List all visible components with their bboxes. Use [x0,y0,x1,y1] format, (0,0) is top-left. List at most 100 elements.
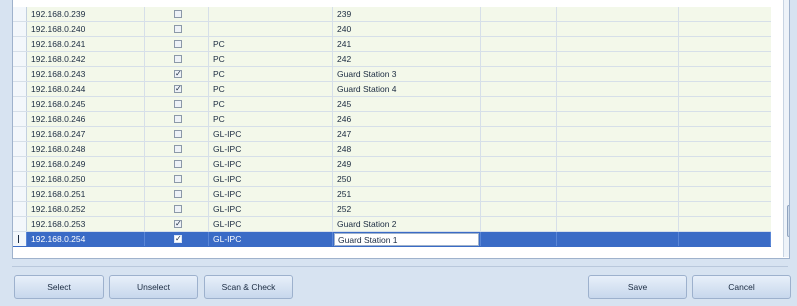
device-type-cell: GL-IPC [209,187,333,201]
table-row[interactable]: 192.168.0.240 240 [13,22,771,37]
row-indicator[interactable] [13,157,27,171]
device-name-cell[interactable]: 249 [333,157,481,171]
device-name-cell[interactable]: Guard Station 1 [333,232,481,246]
checkbox-cell[interactable] [145,97,209,111]
device-name-cell[interactable]: 252 [333,202,481,216]
empty-cell [557,232,679,246]
empty-cell [679,142,771,156]
device-name-cell[interactable]: 239 [333,7,481,21]
checkbox-unchecked[interactable] [174,40,182,48]
device-name-cell[interactable]: Guard Station 2 [333,217,481,231]
table-row[interactable]: 192.168.0.245 PC 245 [13,97,771,112]
device-name-cell[interactable]: 251 [333,187,481,201]
checkbox-unchecked[interactable] [174,55,182,63]
checkbox-cell[interactable] [145,187,209,201]
device-name-cell[interactable]: Guard Station 4 [333,82,481,96]
checkbox-unchecked[interactable] [174,205,182,213]
table-row[interactable]: 192.168.0.247 GL-IPC 247 [13,127,771,142]
checkbox-unchecked[interactable] [174,100,182,108]
checkbox-unchecked[interactable] [174,160,182,168]
scrollbar-thumb[interactable] [787,205,789,237]
device-name-cell[interactable]: 241 [333,37,481,51]
device-name-cell[interactable]: 245 [333,97,481,111]
checkbox-cell[interactable]: ✓ [145,82,209,96]
select-button[interactable]: Select [14,275,104,299]
checkbox-cell[interactable] [145,142,209,156]
checkbox-checked[interactable]: ✓ [174,85,182,93]
checkbox-cell[interactable]: ✓ [145,217,209,231]
row-indicator[interactable] [13,67,27,81]
row-indicator[interactable] [13,217,27,231]
table-row[interactable]: 192.168.0.254 ✓ GL-IPC Guard Station 1 [13,232,771,247]
table-row[interactable]: 192.168.0.251 GL-IPC 251 [13,187,771,202]
checkbox-cell[interactable]: ✓ [145,232,209,246]
device-name-editor[interactable]: Guard Station 1 [334,233,479,246]
checkbox-unchecked[interactable] [174,10,182,18]
row-indicator[interactable] [13,22,27,36]
row-indicator[interactable] [13,172,27,186]
row-indicator[interactable] [13,232,27,246]
device-type-cell: GL-IPC [209,127,333,141]
table-row[interactable]: 192.168.0.249 GL-IPC 249 [13,157,771,172]
checkbox-cell[interactable] [145,112,209,126]
row-indicator[interactable] [13,127,27,141]
checkbox-cell[interactable]: ✓ [145,67,209,81]
device-name-cell[interactable]: 246 [333,112,481,126]
checkbox-checked[interactable]: ✓ [174,70,182,78]
device-type-cell: PC [209,112,333,126]
checkbox-cell[interactable] [145,22,209,36]
row-indicator[interactable] [13,7,27,21]
cancel-button[interactable]: Cancel [692,275,791,299]
empty-cell [557,157,679,171]
row-indicator[interactable] [13,52,27,66]
device-name-cell[interactable]: 242 [333,52,481,66]
checkbox-unchecked[interactable] [174,115,182,123]
device-name-cell[interactable]: Guard Station 3 [333,67,481,81]
checkbox-cell[interactable] [145,157,209,171]
checkbox-cell[interactable] [145,52,209,66]
checkbox-cell[interactable] [145,7,209,21]
row-indicator[interactable] [13,82,27,96]
checkbox-cell[interactable] [145,127,209,141]
table-row[interactable]: 192.168.0.250 GL-IPC 250 [13,172,771,187]
table-row[interactable]: 192.168.0.253 ✓ GL-IPC Guard Station 2 [13,217,771,232]
device-name-cell[interactable]: 248 [333,142,481,156]
checkbox-checked[interactable]: ✓ [174,235,182,243]
ip-address-cell: 192.168.0.239 [27,7,145,21]
device-name-cell[interactable]: 250 [333,172,481,186]
device-name-cell[interactable]: 247 [333,127,481,141]
empty-cell [481,82,557,96]
checkbox-unchecked[interactable] [174,145,182,153]
checkbox-unchecked[interactable] [174,130,182,138]
table-row[interactable]: 192.168.0.248 GL-IPC 248 [13,142,771,157]
table-row[interactable]: 192.168.0.241 PC 241 [13,37,771,52]
row-indicator[interactable] [13,187,27,201]
table-row[interactable]: 192.168.0.244 ✓ PC Guard Station 4 [13,82,771,97]
vertical-scrollbar[interactable]: ▼ [783,0,789,257]
row-indicator[interactable] [13,37,27,51]
ip-address-cell: 192.168.0.248 [27,142,145,156]
row-indicator[interactable] [13,142,27,156]
table-row[interactable]: 192.168.0.243 ✓ PC Guard Station 3 [13,67,771,82]
scan-check-button[interactable]: Scan & Check [204,275,293,299]
scroll-down-icon[interactable]: ▼ [784,245,789,257]
checkbox-unchecked[interactable] [174,25,182,33]
empty-cell [679,82,771,96]
table-row[interactable]: 192.168.0.242 PC 242 [13,52,771,67]
row-indicator[interactable] [13,112,27,126]
checkbox-checked[interactable]: ✓ [174,220,182,228]
checkbox-cell[interactable] [145,37,209,51]
checkbox-cell[interactable] [145,172,209,186]
checkbox-unchecked[interactable] [174,175,182,183]
empty-cell [481,172,557,186]
table-row[interactable]: 192.168.0.239 239 [13,7,771,22]
unselect-button[interactable]: Unselect [109,275,198,299]
checkbox-unchecked[interactable] [174,190,182,198]
device-name-cell[interactable]: 240 [333,22,481,36]
row-indicator[interactable] [13,202,27,216]
table-row[interactable]: 192.168.0.252 GL-IPC 252 [13,202,771,217]
row-indicator[interactable] [13,97,27,111]
table-row[interactable]: 192.168.0.246 PC 246 [13,112,771,127]
save-button[interactable]: Save [588,275,687,299]
checkbox-cell[interactable] [145,202,209,216]
